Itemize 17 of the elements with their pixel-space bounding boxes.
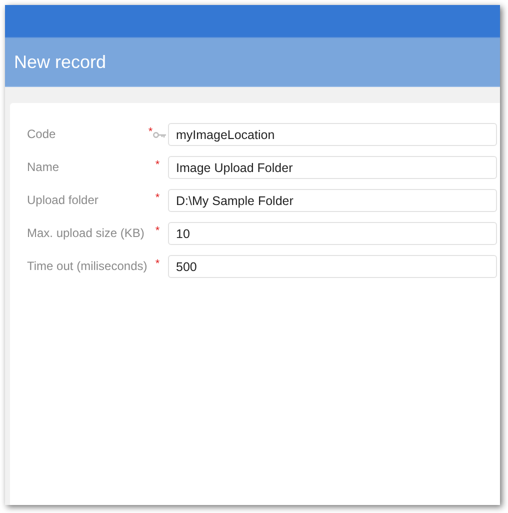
input-field[interactable]: 10 [168,222,497,245]
field-label: Time out (miliseconds) [27,259,147,274]
field-label: Name [27,160,60,175]
field-label: Max. upload size (KB) [27,226,146,241]
key-icon [152,131,167,139]
field-label: Upload folder [27,193,100,208]
required-mark: * [148,127,153,138]
input-field[interactable]: Image Upload Folder [168,156,497,179]
input-field[interactable]: D:\My Sample Folder [168,189,497,212]
input-field[interactable]: myImageLocation [168,123,497,146]
field-label: Code [27,127,57,142]
required-mark: * [155,160,160,171]
required-mark: * [155,259,160,270]
window-title: New record [14,52,106,72]
input-field[interactable]: 500 [168,255,497,278]
required-mark: * [155,193,160,204]
required-mark: * [155,226,160,237]
